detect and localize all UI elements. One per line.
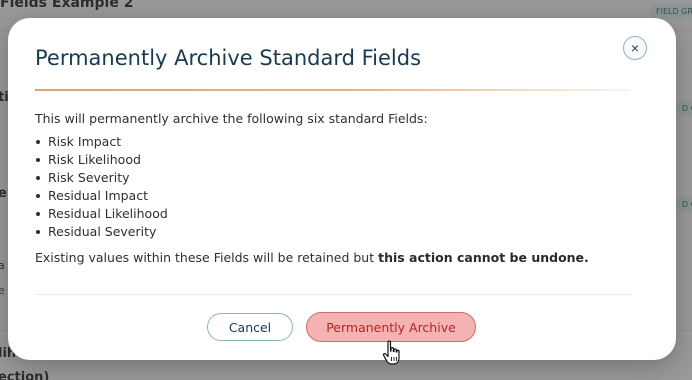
list-item: Residual Severity (36, 223, 168, 241)
list-item: Residual Likelihood (36, 206, 168, 221)
list-item: Risk Severity (36, 169, 168, 187)
list-item: Risk Impact (36, 133, 168, 151)
close-button[interactable]: × (623, 36, 647, 60)
title-divider (35, 89, 631, 91)
footer-divider (35, 294, 631, 295)
hand-pointer-icon (382, 340, 400, 365)
close-icon: × (630, 40, 640, 56)
list-item: Residual Impact (36, 187, 168, 205)
cancel-button[interactable]: Cancel (207, 313, 293, 341)
modal-title: Permanently Archive Standard Fields (35, 46, 422, 70)
screen: Fields Example 2 FIELD GR ti D GR e D GR… (0, 0, 692, 380)
retention-warning-text: Existing values within these Fields will… (35, 250, 379, 265)
archive-fields-modal: Permanently Archive Standard Fields × Th… (8, 18, 676, 360)
retention-warning: Existing values within these Fields will… (35, 250, 589, 265)
fields-to-archive-list: Risk Impact Risk Likelihood Risk Severit… (36, 133, 168, 241)
permanently-archive-button[interactable]: Permanently Archive (306, 312, 476, 342)
list-item: Risk Likelihood (36, 151, 168, 169)
modal-intro-text: This will permanently archive the follow… (35, 111, 428, 126)
irreversible-warning: this action cannot be undone. (378, 250, 589, 265)
